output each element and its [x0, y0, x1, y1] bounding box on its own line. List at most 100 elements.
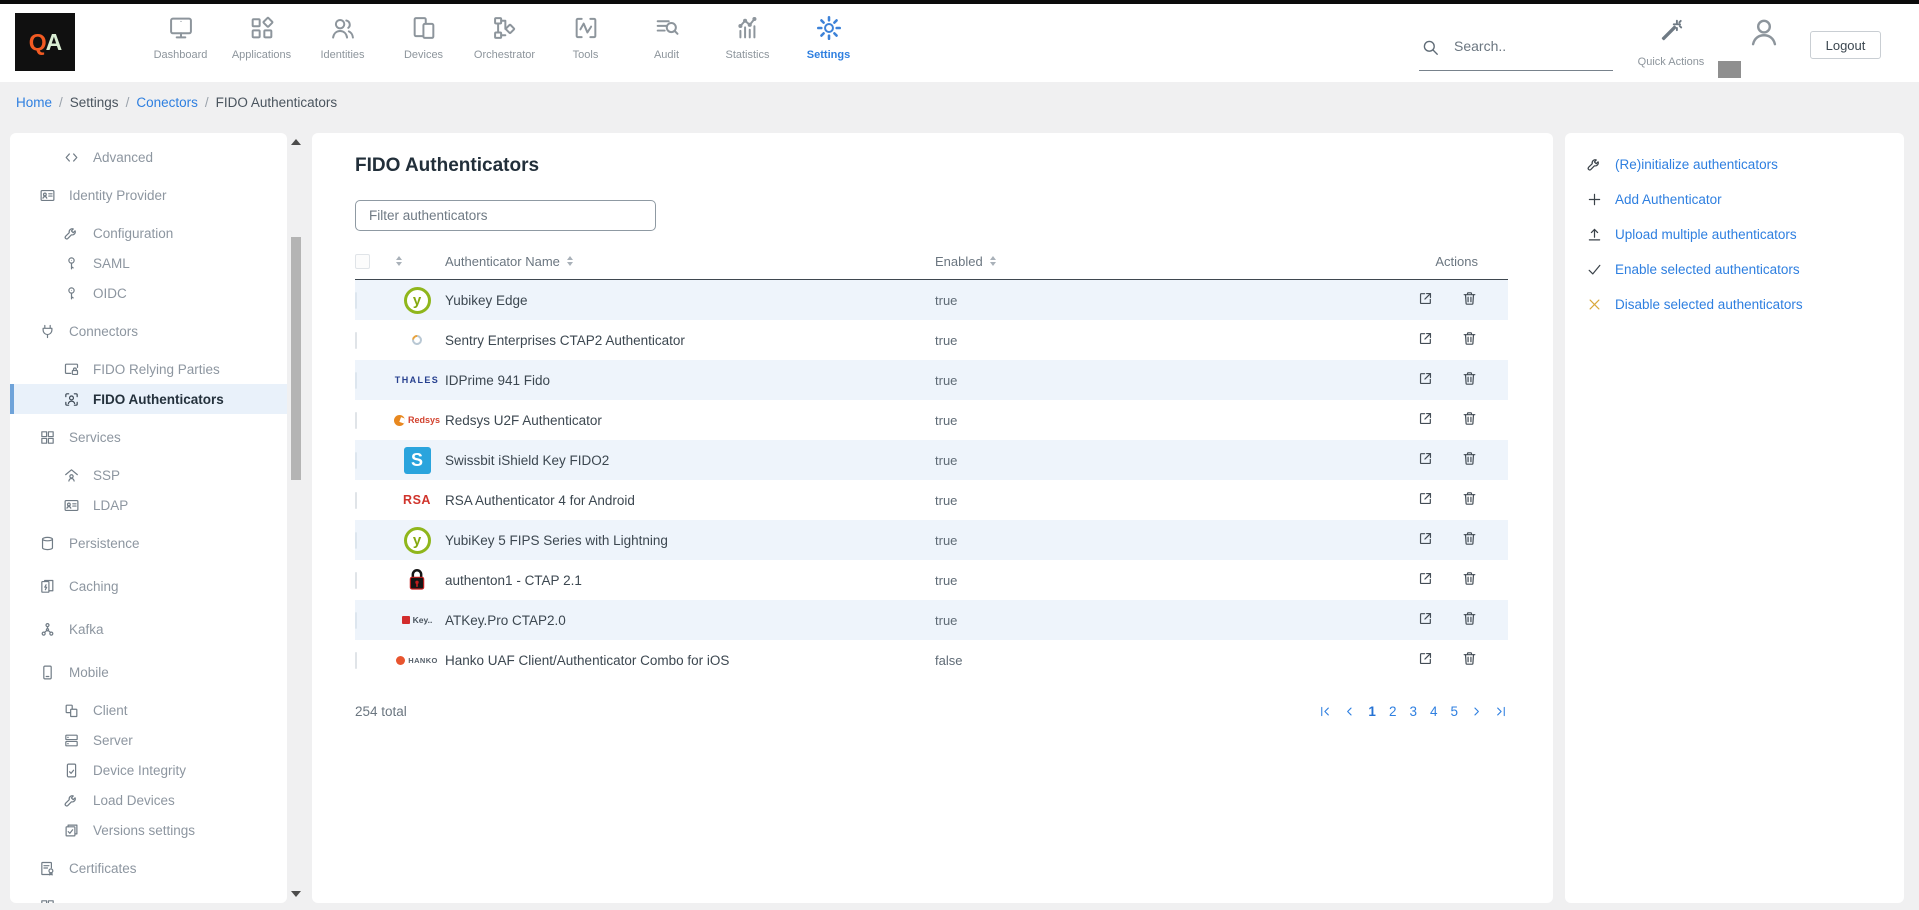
column-header-enabled[interactable]: Enabled — [935, 254, 983, 269]
column-header-name[interactable]: Authenticator Name — [445, 254, 560, 269]
nav-item-devices[interactable]: Devices — [383, 11, 464, 61]
pagination-page-2[interactable]: 2 — [1387, 704, 1399, 719]
sidebar-item-partial[interactable] — [10, 891, 287, 903]
enable-selected-authenticators-link[interactable]: Enable selected authenticators — [1586, 261, 1904, 278]
row-checkbox[interactable] — [355, 292, 357, 309]
scrollbar-up-arrow[interactable] — [291, 139, 301, 145]
pagination-page-1[interactable]: 1 — [1366, 704, 1378, 719]
row-checkbox[interactable] — [355, 612, 357, 629]
pagination-prev-button[interactable] — [1342, 704, 1357, 719]
breadcrumb-item-conectors[interactable]: Conectors — [136, 95, 198, 110]
open-authenticator-button[interactable] — [1417, 650, 1434, 670]
sidebar-item-fido-relying-parties[interactable]: FIDO Relying Parties — [10, 354, 287, 384]
sentry-logo — [410, 333, 424, 347]
nav-item-orchestrator[interactable]: Orchestrator — [464, 11, 545, 61]
sidebar-item-label: LDAP — [93, 498, 128, 513]
sidebar-item-persistence[interactable]: Persistence — [10, 528, 287, 558]
delete-authenticator-button[interactable] — [1461, 610, 1478, 630]
delete-authenticator-button[interactable] — [1461, 450, 1478, 470]
open-authenticator-button[interactable] — [1417, 330, 1434, 350]
wrench-icon — [1586, 156, 1603, 173]
logout-button[interactable]: Logout — [1810, 31, 1881, 59]
re-initialize-authenticators-link[interactable]: (Re)initialize authenticators — [1586, 156, 1904, 173]
search-input[interactable] — [1454, 38, 1594, 54]
nav-item-tools[interactable]: Tools — [545, 11, 626, 61]
scrollbar-down-arrow[interactable] — [291, 891, 301, 897]
sort-enabled-control[interactable] — [990, 256, 996, 266]
row-checkbox[interactable] — [355, 652, 357, 669]
row-checkbox[interactable] — [355, 572, 357, 589]
row-checkbox[interactable] — [355, 452, 357, 469]
pagination-last-button[interactable] — [1493, 704, 1508, 719]
upload-multiple-authenticators-link[interactable]: Upload multiple authenticators — [1586, 226, 1904, 243]
app-logo[interactable]: Q A — [15, 13, 75, 71]
sidebar-item-load-devices[interactable]: Load Devices — [10, 785, 287, 815]
sidebar-item-client[interactable]: Client — [10, 695, 287, 725]
quick-actions-button[interactable]: Quick Actions — [1630, 16, 1712, 68]
disable-selected-authenticators-link[interactable]: Disable selected authenticators — [1586, 296, 1904, 313]
sidebar-item-advanced[interactable]: Advanced — [10, 142, 287, 172]
add-authenticator-link[interactable]: Add Authenticator — [1586, 191, 1904, 208]
delete-authenticator-button[interactable] — [1461, 650, 1478, 670]
open-authenticator-button[interactable] — [1417, 610, 1434, 630]
row-checkbox[interactable] — [355, 412, 357, 429]
pagination-first-button[interactable] — [1318, 704, 1333, 719]
scrollbar-thumb[interactable] — [291, 237, 301, 480]
open-authenticator-button[interactable] — [1417, 290, 1434, 310]
sidebar-item-mobile[interactable]: Mobile — [10, 657, 287, 687]
sort-name-control[interactable] — [567, 256, 573, 266]
nav-item-statistics[interactable]: Statistics — [707, 11, 788, 61]
sidebar-item-ldap[interactable]: LDAP — [10, 490, 287, 520]
delete-authenticator-button[interactable] — [1461, 490, 1478, 510]
open-authenticator-button[interactable] — [1417, 370, 1434, 390]
delete-authenticator-button[interactable] — [1461, 290, 1478, 310]
breadcrumb-separator: / — [205, 95, 209, 110]
nav-item-dashboard[interactable]: Dashboard — [140, 11, 221, 61]
sidebar-item-identity-provider[interactable]: Identity Provider — [10, 180, 287, 210]
nav-item-label: Settings — [807, 49, 850, 61]
delete-authenticator-button[interactable] — [1461, 570, 1478, 590]
pagination-page-3[interactable]: 3 — [1407, 704, 1419, 719]
sidebar-item-device-integrity[interactable]: Device Integrity — [10, 755, 287, 785]
sidebar-item-connectors[interactable]: Connectors — [10, 316, 287, 346]
delete-authenticator-button[interactable] — [1461, 530, 1478, 550]
sidebar-item-saml[interactable]: SAML — [10, 248, 287, 278]
sidebar-item-oidc[interactable]: OIDC — [10, 278, 287, 308]
enabled-value: true — [935, 293, 1388, 308]
sidebar-item-fido-authenticators[interactable]: FIDO Authenticators — [10, 384, 287, 414]
delete-authenticator-button[interactable] — [1461, 370, 1478, 390]
row-checkbox[interactable] — [355, 492, 357, 509]
delete-authenticator-button[interactable] — [1461, 410, 1478, 430]
row-checkbox[interactable] — [355, 372, 357, 389]
sidebar-item-configuration[interactable]: Configuration — [10, 218, 287, 248]
select-all-checkbox[interactable] — [355, 254, 370, 269]
nav-item-applications[interactable]: Applications — [221, 11, 302, 61]
row-checkbox[interactable] — [355, 332, 357, 349]
sidebar-item-versions-settings[interactable]: Versions settings — [10, 815, 287, 845]
nav-item-settings[interactable]: Settings — [788, 11, 869, 61]
open-authenticator-button[interactable] — [1417, 570, 1434, 590]
sidebar-item-caching[interactable]: Caching — [10, 571, 287, 601]
sidebar-item-kafka[interactable]: Kafka — [10, 614, 287, 644]
open-authenticator-button[interactable] — [1417, 490, 1434, 510]
open-authenticator-button[interactable] — [1417, 450, 1434, 470]
sidebar-item-ssp[interactable]: SSP — [10, 460, 287, 490]
breadcrumb-item-home[interactable]: Home — [16, 95, 52, 110]
nav-item-audit[interactable]: Audit — [626, 11, 707, 61]
pagination-page-4[interactable]: 4 — [1428, 704, 1440, 719]
filter-authenticators-input[interactable] — [355, 200, 656, 231]
sidebar-item-services[interactable]: Services — [10, 422, 287, 452]
identities-icon — [329, 14, 357, 42]
pagination-next-button[interactable] — [1469, 704, 1484, 719]
table-row: Sentry Enterprises CTAP2 Authenticatortr… — [355, 320, 1508, 360]
user-avatar[interactable] — [1747, 15, 1781, 54]
sidebar-item-server[interactable]: Server — [10, 725, 287, 755]
nav-item-identities[interactable]: Identities — [302, 11, 383, 61]
open-authenticator-button[interactable] — [1417, 410, 1434, 430]
sort-icon-column[interactable] — [396, 256, 402, 266]
pagination-page-5[interactable]: 5 — [1448, 704, 1460, 719]
row-checkbox[interactable] — [355, 532, 357, 549]
open-authenticator-button[interactable] — [1417, 530, 1434, 550]
delete-authenticator-button[interactable] — [1461, 330, 1478, 350]
sidebar-item-certificates[interactable]: Certificates — [10, 853, 287, 883]
